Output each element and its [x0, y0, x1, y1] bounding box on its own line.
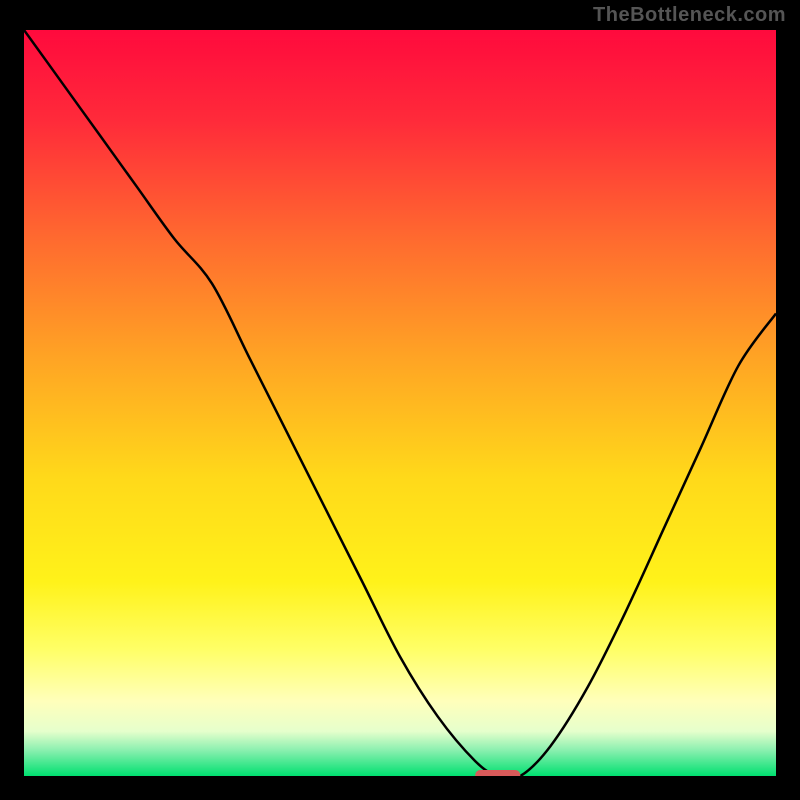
plot-area	[24, 30, 776, 776]
watermark-text: TheBottleneck.com	[593, 4, 786, 27]
chart-frame: TheBottleneck.com	[0, 0, 800, 800]
gradient-background	[24, 30, 776, 776]
optimum-marker	[475, 770, 520, 776]
chart-svg	[24, 30, 776, 776]
